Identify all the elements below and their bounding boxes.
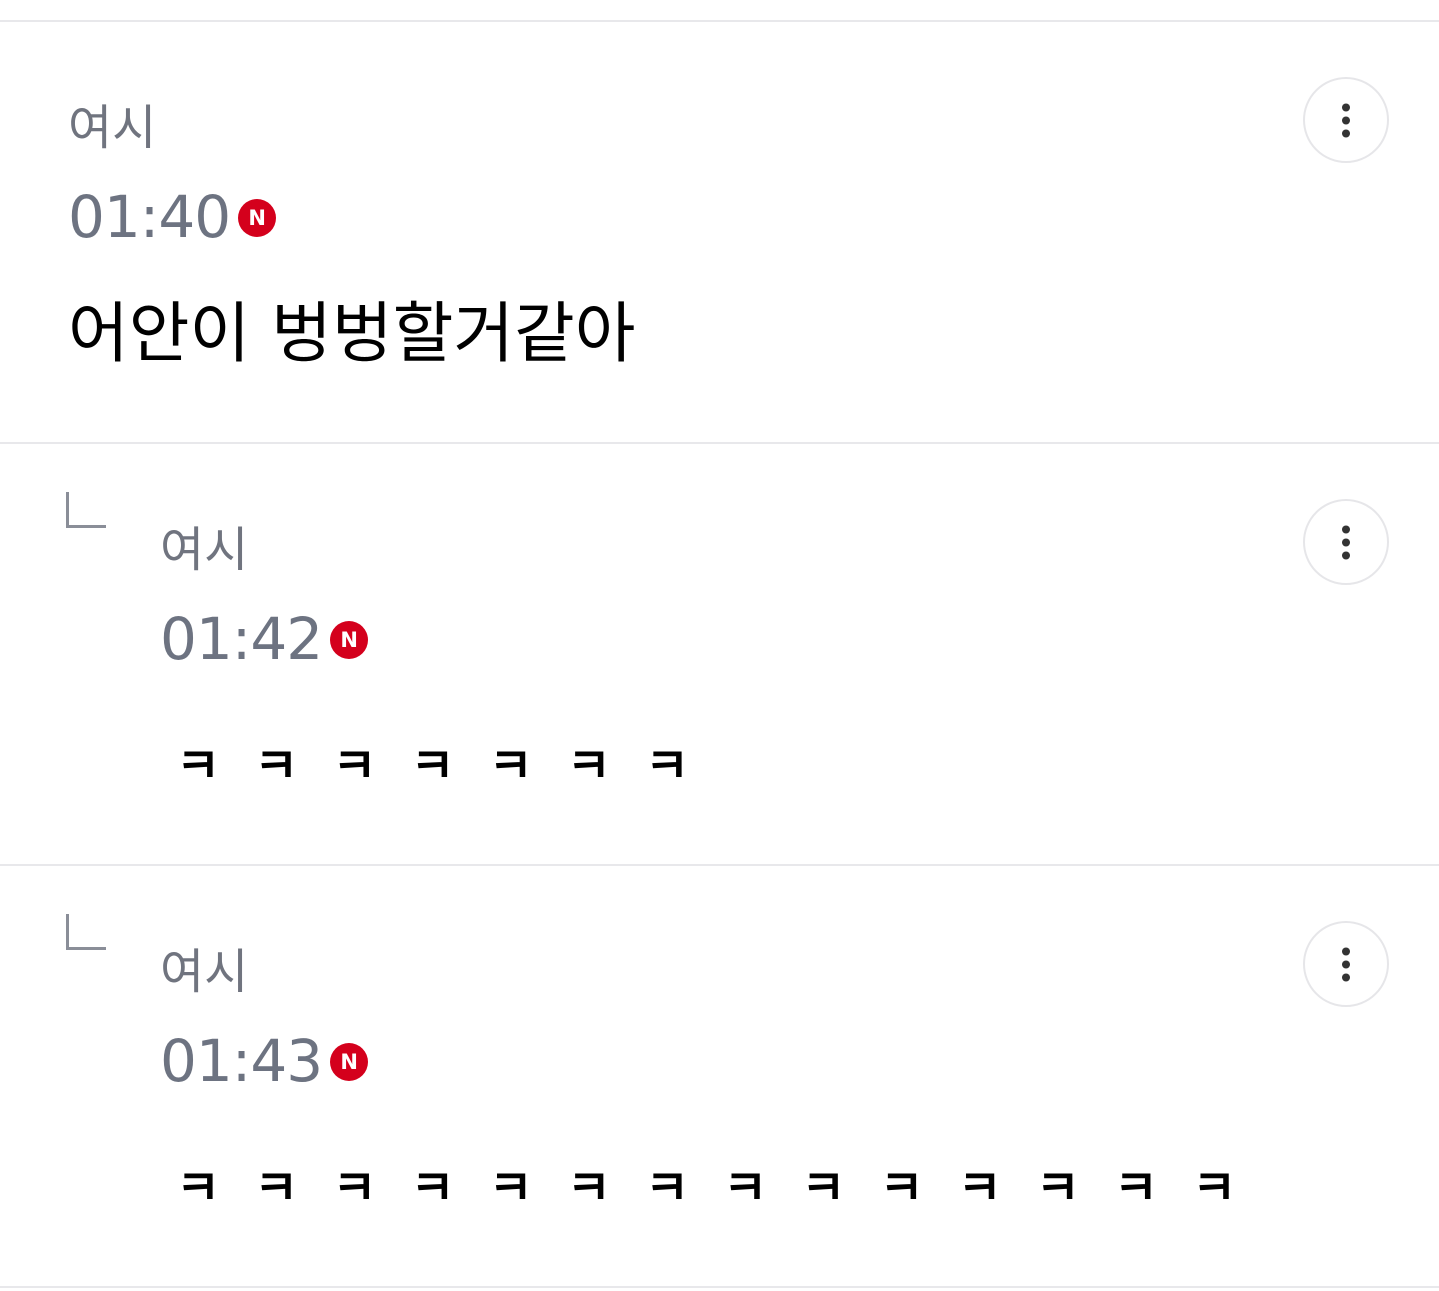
comment-text: ㅋㅋㅋㅋㅋㅋㅋ bbox=[176, 738, 724, 794]
comment-text: 어안이 벙벙할거같아 bbox=[68, 295, 636, 372]
comment-meta: 01:43 N bbox=[160, 1027, 369, 1095]
more-vertical-icon bbox=[1342, 523, 1350, 562]
comment-author: 여시 bbox=[160, 522, 249, 578]
reply-arrow-icon bbox=[66, 492, 106, 528]
comment-meta: 01:40 N bbox=[68, 183, 277, 251]
more-options-button[interactable] bbox=[1303, 499, 1389, 585]
new-badge-icon: N bbox=[238, 199, 277, 237]
more-options-button[interactable] bbox=[1303, 77, 1389, 163]
new-badge-icon: N bbox=[330, 1043, 369, 1081]
more-vertical-icon bbox=[1342, 101, 1350, 140]
comment-meta: 01:42 N bbox=[160, 605, 369, 673]
divider bbox=[0, 1286, 1439, 1288]
more-options-button[interactable] bbox=[1303, 921, 1389, 1007]
comment-author: 여시 bbox=[160, 944, 249, 1000]
reply-arrow-icon bbox=[66, 914, 106, 950]
comment-item: 여시 01:40 N 어안이 벙벙할거같아 bbox=[0, 22, 1439, 442]
reply-item: 여시 01:42 N ㅋㅋㅋㅋㅋㅋㅋ bbox=[0, 444, 1439, 864]
more-vertical-icon bbox=[1342, 945, 1350, 984]
new-badge-icon: N bbox=[330, 621, 369, 659]
reply-item: 여시 01:43 N ㅋㅋㅋㅋㅋㅋㅋㅋㅋㅋㅋㅋㅋㅋ bbox=[0, 866, 1439, 1286]
comment-time: 01:40 bbox=[68, 183, 231, 251]
comment-text: ㅋㅋㅋㅋㅋㅋㅋㅋㅋㅋㅋㅋㅋㅋ bbox=[176, 1160, 1271, 1216]
comment-time: 01:43 bbox=[160, 1027, 323, 1095]
comment-time: 01:42 bbox=[160, 605, 323, 673]
comment-author: 여시 bbox=[68, 100, 157, 156]
